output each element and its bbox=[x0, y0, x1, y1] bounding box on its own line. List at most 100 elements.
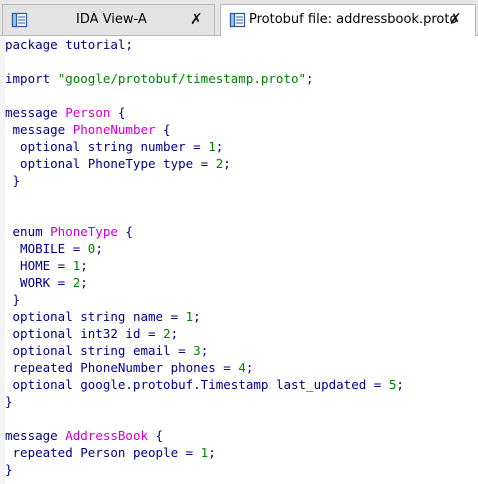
number-token: 3 bbox=[193, 343, 201, 358]
keyword-token: package tutorial bbox=[5, 37, 126, 52]
punctuation-token: = bbox=[50, 258, 73, 273]
number-token: 1 bbox=[208, 139, 216, 154]
punctuation-token: ; bbox=[125, 37, 133, 52]
identifier-token: last_updated bbox=[275, 377, 367, 392]
punctuation-token: ; bbox=[200, 343, 209, 358]
punctuation-token: } bbox=[5, 462, 13, 477]
punctuation-token: ; bbox=[170, 326, 179, 341]
disassembly-view-icon bbox=[11, 11, 29, 29]
tab-label: Protobuf file: addressbook.proto bbox=[249, 12, 458, 27]
code-line: import "google/protobuf/timestamp.proto"… bbox=[5, 70, 404, 87]
punctuation-token: = bbox=[163, 309, 186, 324]
punctuation-token: { bbox=[117, 224, 133, 239]
identifier-token: phones bbox=[170, 360, 216, 375]
identifier-token: MOBILE bbox=[5, 241, 66, 256]
code-editor[interactable]: package tutorial; import "google/protobuf… bbox=[0, 36, 478, 484]
document-view-icon bbox=[229, 11, 247, 29]
tab-bar: IDA View-A ✗ Protobuf file: addressbook.… bbox=[0, 0, 478, 36]
tab-label: IDA View-A bbox=[76, 12, 147, 27]
punctuation-token: = bbox=[50, 275, 73, 290]
close-icon[interactable]: ✗ bbox=[190, 11, 204, 27]
number-token: 2 bbox=[163, 326, 171, 341]
punctuation-token: = bbox=[170, 343, 194, 358]
code-line: optional int32 id = 2; bbox=[5, 325, 404, 342]
keyword-token: optional int32 bbox=[5, 326, 126, 341]
keyword-token: message bbox=[5, 105, 66, 120]
code-line: optional string name = 1; bbox=[5, 308, 404, 325]
code-line: package tutorial; bbox=[5, 36, 404, 53]
keyword-token: message bbox=[5, 428, 66, 443]
keyword-token: message bbox=[5, 122, 73, 137]
code-line: optional google.protobuf.Timestamp last_… bbox=[5, 376, 404, 393]
punctuation-token: = bbox=[140, 326, 164, 341]
identifier-token: HOME bbox=[5, 258, 51, 273]
code-line: message Person { bbox=[5, 104, 404, 121]
tab-ida-view-a[interactable]: IDA View-A ✗ bbox=[2, 4, 215, 35]
identifier-token: number bbox=[140, 139, 186, 154]
punctuation-token: = bbox=[193, 156, 216, 171]
punctuation-token: ; bbox=[193, 309, 201, 324]
keyword-token: repeated Person bbox=[5, 445, 133, 460]
punctuation-token: = bbox=[65, 241, 88, 256]
code-line: message AddressBook { bbox=[5, 427, 404, 444]
punctuation-token: } bbox=[5, 173, 21, 188]
punctuation-token: = bbox=[185, 139, 209, 154]
identifier-token: WORK bbox=[5, 275, 51, 290]
keyword-token: optional PhoneType bbox=[5, 156, 164, 171]
punctuation-token: ; bbox=[223, 156, 231, 171]
tab-protobuf-file[interactable]: Protobuf file: addressbook.proto ✗ bbox=[220, 4, 476, 36]
punctuation-token: ; bbox=[80, 275, 88, 290]
code-line: repeated PhoneNumber phones = 4; bbox=[5, 359, 404, 376]
code-line: } bbox=[5, 172, 404, 189]
close-icon[interactable]: ✗ bbox=[449, 11, 463, 27]
keyword-token: optional string bbox=[5, 139, 141, 154]
identifier-token: name bbox=[132, 309, 164, 324]
identifier-token: type bbox=[163, 156, 194, 171]
punctuation-token: ; bbox=[208, 445, 216, 460]
code-line: MOBILE = 0; bbox=[5, 240, 404, 257]
punctuation-token: = bbox=[178, 445, 201, 460]
punctuation-token: } bbox=[5, 394, 13, 409]
punctuation-token: ; bbox=[95, 241, 103, 256]
code-line: optional PhoneType type = 2; bbox=[5, 155, 404, 172]
punctuation-token: { bbox=[155, 122, 171, 137]
punctuation-token: = bbox=[366, 377, 389, 392]
punctuation-token: { bbox=[110, 105, 126, 120]
punctuation-token: ; bbox=[80, 258, 88, 273]
punctuation-token: = bbox=[215, 360, 239, 375]
identifier-token: id bbox=[125, 326, 141, 341]
number-token: 4 bbox=[238, 360, 246, 375]
punctuation-token: ; bbox=[306, 71, 314, 86]
code-line: message PhoneNumber { bbox=[5, 121, 404, 138]
string-token: "google/protobuf/timestamp.proto" bbox=[57, 71, 307, 86]
type-name-token: PhoneType bbox=[50, 224, 118, 239]
type-name-token: AddressBook bbox=[65, 428, 149, 443]
keyword-token: optional string bbox=[5, 309, 133, 324]
code-listing[interactable]: package tutorial; import "google/protobuf… bbox=[5, 36, 404, 478]
keyword-token: optional google.protobuf.Timestamp bbox=[5, 377, 276, 392]
punctuation-token: ; bbox=[396, 377, 404, 392]
identifier-token: email bbox=[132, 343, 171, 358]
punctuation-token: ; bbox=[215, 139, 224, 154]
type-name-token: PhoneNumber bbox=[72, 122, 156, 137]
punctuation-token: ; bbox=[245, 360, 254, 375]
code-line: repeated Person people = 1; bbox=[5, 444, 404, 461]
code-line: HOME = 1; bbox=[5, 257, 404, 274]
code-line: } bbox=[5, 393, 404, 410]
keyword-token: import bbox=[5, 71, 58, 86]
code-line: enum PhoneType { bbox=[5, 223, 404, 240]
punctuation-token: { bbox=[148, 428, 164, 443]
code-line: optional string number = 1; bbox=[5, 138, 404, 155]
punctuation-token: } bbox=[5, 292, 21, 307]
code-line: optional string email = 3; bbox=[5, 342, 404, 359]
type-name-token: Person bbox=[65, 105, 111, 120]
keyword-token: repeated PhoneNumber bbox=[5, 360, 171, 375]
code-line: } bbox=[5, 291, 404, 308]
keyword-token: optional string bbox=[5, 343, 133, 358]
identifier-token: people bbox=[132, 445, 179, 460]
